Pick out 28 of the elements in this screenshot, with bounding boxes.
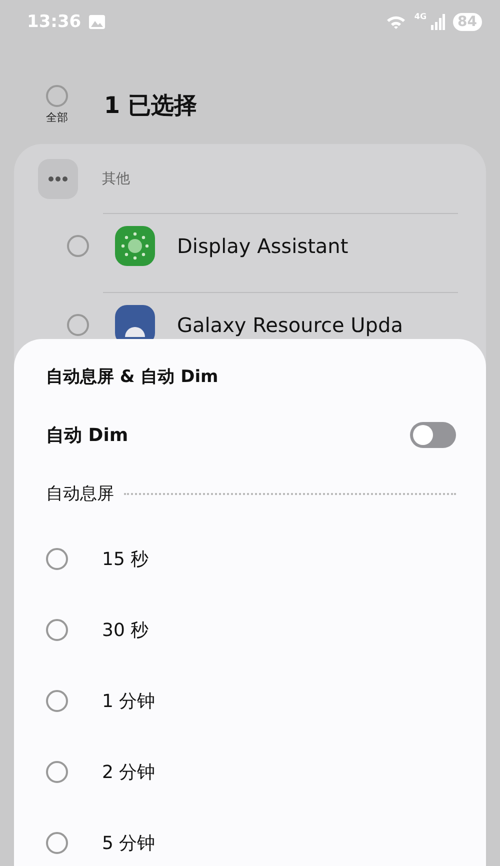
app-name: Display Assistant: [177, 235, 348, 257]
app-radio[interactable]: [67, 235, 89, 257]
gallery-icon: [89, 15, 106, 29]
option-label: 1 分钟: [102, 690, 156, 712]
option-radio[interactable]: [46, 548, 68, 570]
option-label: 30 秒: [102, 618, 149, 642]
select-all-label: 全部: [46, 110, 68, 125]
group-title: 其他: [102, 170, 130, 188]
option-label: 2 分钟: [102, 760, 156, 784]
more-button[interactable]: [38, 159, 78, 199]
section-label: 自动息屏: [46, 483, 114, 505]
sheet-title: 自动息屏 & 自动 Dim: [46, 366, 220, 388]
more-icon: [48, 176, 68, 182]
option-radio[interactable]: [46, 760, 68, 782]
toggle-switch[interactable]: [410, 422, 456, 448]
option-radio[interactable]: [46, 618, 68, 640]
signal-icon: [430, 14, 445, 30]
selection-title: 1 已选择: [104, 92, 198, 120]
toggle-label: 自动 Dim: [46, 424, 128, 447]
app-name: Galaxy Resource Upda: [177, 314, 403, 336]
option-radio[interactable]: [46, 690, 68, 712]
sun-app-icon[interactable]: [115, 226, 155, 266]
select-all-radio[interactable]: [46, 85, 68, 107]
option-radio[interactable]: [46, 832, 68, 854]
app-radio[interactable]: [67, 314, 89, 336]
option-label: 5 分钟: [102, 832, 156, 854]
option-label: 15 秒: [102, 548, 149, 570]
wifi-icon: [386, 14, 406, 30]
